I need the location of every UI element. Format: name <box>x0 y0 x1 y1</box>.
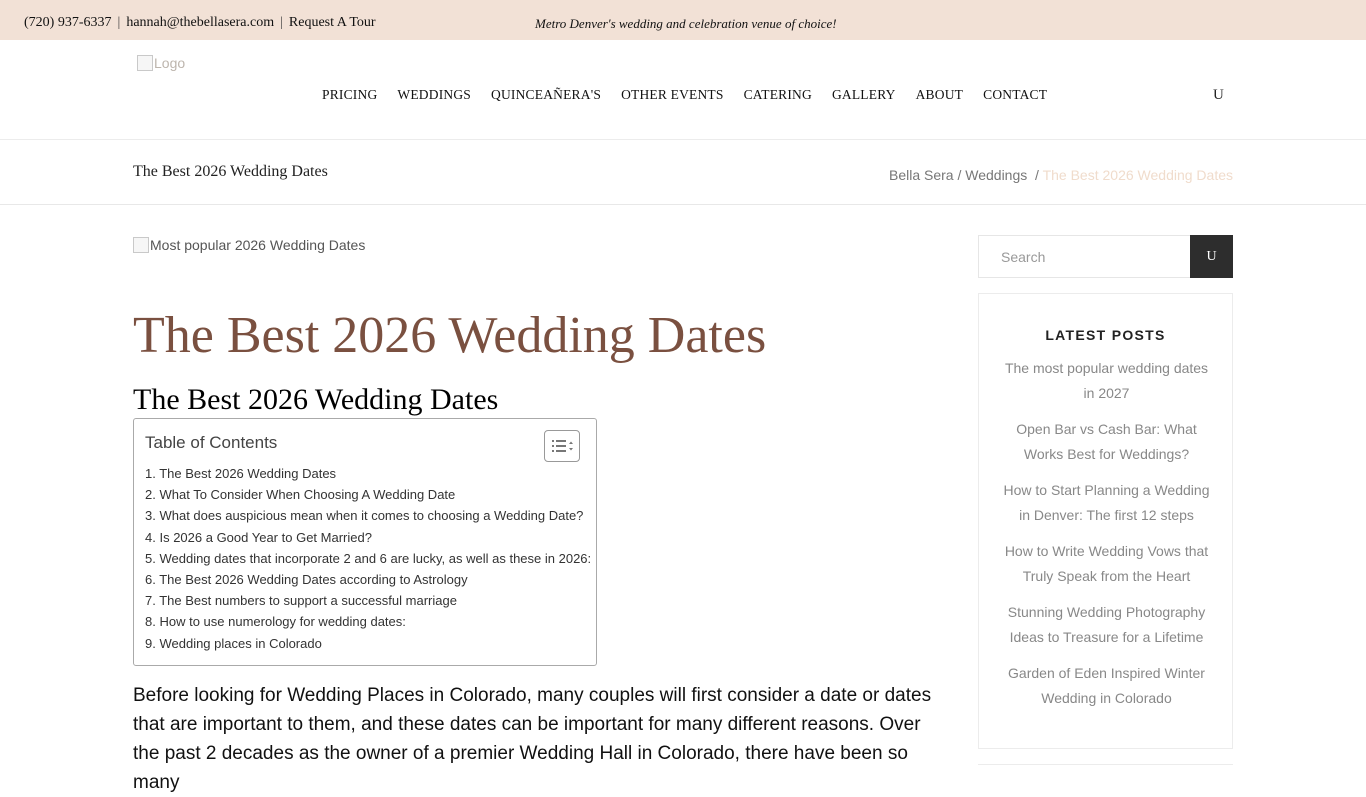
toc-item-link[interactable]: How to use numerology for wedding dates: <box>159 614 405 629</box>
search-button[interactable]: U <box>1190 235 1233 278</box>
topbar-contact: (720) 937-6337 | hannah@thebellasera.com | R… <box>24 15 376 31</box>
page-title-bar: The Best 2026 Wedding Dates Bella Sera /… <box>0 141 1366 205</box>
widget-title: LATEST POSTS <box>1045 327 1166 343</box>
latest-post-link[interactable]: How to Write Wedding Vows that Truly Spe… <box>1003 539 1210 589</box>
featured-image: Most popular 2026 Wedding Dates <box>133 237 365 253</box>
latest-post-link[interactable]: How to Start Planning a Wedding in Denve… <box>1003 478 1210 528</box>
post-subheading: The Best 2026 Wedding Dates <box>133 383 499 416</box>
toc-item[interactable]: 6. The Best 2026 Wedding Dates according… <box>145 571 591 592</box>
nav-other-events[interactable]: OTHER EVENTS <box>621 87 724 103</box>
breadcrumb: Bella Sera / Weddings / The Best 2026 We… <box>889 167 1233 183</box>
toc-item-link[interactable]: Is 2026 a Good Year to Get Married? <box>159 530 371 545</box>
broken-image-icon <box>137 55 153 71</box>
body-paragraph: Before looking for Wedding Places in Col… <box>133 685 932 793</box>
toc-title: Table of Contents <box>145 433 278 452</box>
toc-item-link[interactable]: The Best 2026 Wedding Dates <box>159 466 336 481</box>
toc-item-link[interactable]: What does auspicious mean when it comes … <box>159 508 583 523</box>
toc-item-link[interactable]: The Best numbers to support a successful… <box>159 593 457 608</box>
latest-post-link[interactable]: Garden of Eden Inspired Winter Wedding i… <box>1003 661 1210 711</box>
toc-item[interactable]: 2. What To Consider When Choosing A Wedd… <box>145 486 591 507</box>
main-nav: PRICING WEDDINGS QUINCEAÑERA'S OTHER EVE… <box>322 87 1047 103</box>
toc-item[interactable]: 1. The Best 2026 Wedding Dates <box>145 465 591 486</box>
latest-post-link[interactable]: Open Bar vs Cash Bar: What Works Best fo… <box>1003 417 1210 467</box>
breadcrumb-home[interactable]: Bella Sera <box>889 167 954 183</box>
post-title: The Best 2026 Wedding Dates <box>133 307 767 364</box>
phone-link[interactable]: (720) 937-6337 <box>24 15 112 30</box>
latest-post-link[interactable]: Stunning Wedding Photography Ideas to Tr… <box>1003 600 1210 650</box>
toc-item-link[interactable]: Wedding places in Colorado <box>159 636 321 651</box>
top-bar: (720) 937-6337 | hannah@thebellasera.com | R… <box>0 0 1366 40</box>
breadcrumb-separator: / <box>957 167 962 183</box>
latest-posts-widget: LATEST POSTS The most popular wedding da… <box>978 293 1233 749</box>
toc-list: 1. The Best 2026 Wedding Dates 2. What T… <box>145 465 591 656</box>
logo-alt-text: Logo <box>154 55 186 71</box>
header-search-icon[interactable]: U <box>1213 87 1224 104</box>
request-tour-link[interactable]: Request A Tour <box>289 15 376 30</box>
featured-image-alt: Most popular 2026 Wedding Dates <box>150 237 366 253</box>
toc-item-link[interactable]: What To Consider When Choosing A Wedding… <box>159 487 455 502</box>
toc-item-link[interactable]: The Best 2026 Wedding Dates according to… <box>159 572 467 587</box>
toc-item[interactable]: 7. The Best numbers to support a success… <box>145 592 591 613</box>
toc-item[interactable]: 4. Is 2026 a Good Year to Get Married? <box>145 529 591 550</box>
site-header: Logo PRICING WEDDINGS QUINCEAÑERA'S OTHE… <box>0 40 1366 140</box>
toc-item-link[interactable]: Wedding dates that incorporate 2 and 6 a… <box>159 551 591 566</box>
list-icon <box>552 440 573 452</box>
latest-posts-list: The most popular wedding dates in 2027 O… <box>1003 356 1210 722</box>
search-input[interactable] <box>978 235 1191 278</box>
breadcrumb-category[interactable]: Weddings <box>965 167 1027 183</box>
nav-weddings[interactable]: WEDDINGS <box>397 87 471 103</box>
toc-item[interactable]: 3. What does auspicious mean when it com… <box>145 507 591 528</box>
nav-quinceaneras[interactable]: QUINCEAÑERA'S <box>491 87 601 103</box>
nav-gallery[interactable]: GALLERY <box>832 87 896 103</box>
logo[interactable]: Logo <box>137 55 185 71</box>
toc-toggle-button[interactable] <box>544 430 580 462</box>
separator: | <box>117 15 121 30</box>
next-widget-edge <box>978 764 1233 774</box>
toc-item[interactable]: 8. How to use numerology for wedding dat… <box>145 613 591 634</box>
nav-contact[interactable]: CONTACT <box>983 87 1047 103</box>
latest-post-link[interactable]: The most popular wedding dates in 2027 <box>1003 356 1210 406</box>
table-of-contents: Table of Contents 1. The Best 2026 Weddi… <box>133 418 597 666</box>
breadcrumb-current: The Best 2026 Wedding Dates <box>1042 167 1233 183</box>
separator: | <box>280 15 283 30</box>
toc-item[interactable]: 9. Wedding places in Colorado <box>145 635 591 656</box>
toc-item[interactable]: 5. Wedding dates that incorporate 2 and … <box>145 550 591 571</box>
tagline: Metro Denver's wedding and celebration v… <box>535 16 837 31</box>
nav-about[interactable]: ABOUT <box>916 87 964 103</box>
broken-image-icon <box>133 237 149 253</box>
breadcrumb-separator: / <box>1035 167 1039 183</box>
nav-pricing[interactable]: PRICING <box>322 87 377 103</box>
page-title: The Best 2026 Wedding Dates <box>133 163 328 180</box>
email-link[interactable]: hannah@thebellasera.com <box>126 15 274 30</box>
nav-catering[interactable]: CATERING <box>744 87 812 103</box>
